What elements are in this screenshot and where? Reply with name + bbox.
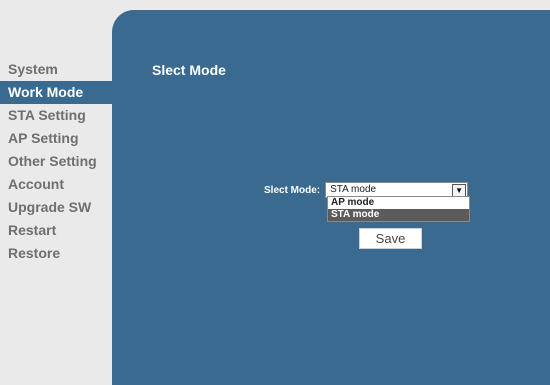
page: System Work Mode STA Setting AP Setting … [0,0,550,385]
sidebar-item-account[interactable]: Account [0,173,112,196]
mode-label: Slect Mode: [264,184,321,196]
sidebar-item-restore[interactable]: Restore [0,242,112,265]
mode-dropdown-list: AP mode STA mode [327,196,470,222]
sidebar-nav: System Work Mode STA Setting AP Setting … [0,58,112,265]
sidebar-item-ap-setting[interactable]: AP Setting [0,127,112,150]
sidebar-item-restart[interactable]: Restart [0,219,112,242]
sidebar-item-sta-setting[interactable]: STA Setting [0,104,112,127]
sidebar-item-system[interactable]: System [0,58,112,81]
sidebar-item-other-setting[interactable]: Other Setting [0,150,112,173]
option-ap-mode[interactable]: AP mode [328,197,469,209]
mode-select-value: STA mode [330,184,377,195]
sidebar-item-work-mode[interactable]: Work Mode [0,81,112,104]
sidebar-item-upgrade-sw[interactable]: Upgrade SW [0,196,112,219]
option-sta-mode[interactable]: STA mode [328,209,469,221]
save-button[interactable]: Save [359,228,422,249]
page-title: Slect Mode [152,62,226,78]
